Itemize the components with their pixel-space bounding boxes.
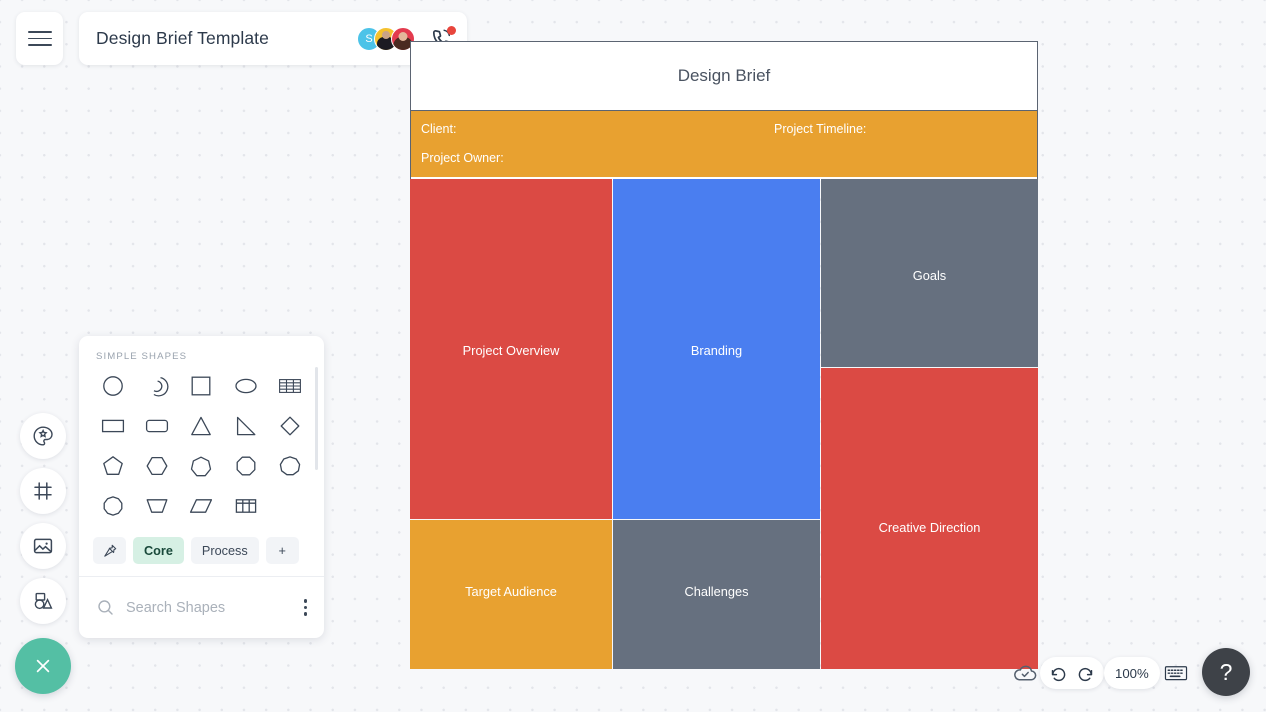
block-goals[interactable]: Goals — [821, 179, 1038, 367]
undo-icon[interactable] — [1049, 664, 1068, 683]
keyboard-shortcuts-button[interactable] — [1164, 662, 1188, 684]
circle-shape[interactable] — [91, 369, 135, 403]
zoom-level[interactable]: 100% — [1104, 657, 1160, 689]
circle-shape-icon — [103, 376, 123, 396]
tool-rail — [15, 413, 71, 694]
shapes-section-title: SIMPLE SHAPES — [96, 351, 188, 362]
shapes-button[interactable] — [20, 578, 66, 624]
arc-shape-icon — [153, 376, 169, 397]
square-shape[interactable] — [179, 369, 223, 403]
document-header[interactable]: Design Brief — [410, 41, 1038, 111]
decagon-shape-icon — [103, 496, 123, 516]
heptagon-shape-icon — [191, 456, 212, 477]
hexagon-shape-icon — [146, 456, 168, 476]
help-button[interactable]: ? — [1202, 648, 1250, 696]
block-creative-direction[interactable]: Creative Direction — [821, 368, 1038, 669]
close-icon — [36, 659, 50, 673]
pin-tab[interactable] — [93, 537, 126, 564]
menu-button[interactable] — [16, 12, 63, 65]
cloud-saved-icon — [1014, 665, 1037, 681]
block-target-audience[interactable]: Target Audience — [410, 520, 612, 669]
document-header-title: Design Brief — [677, 66, 771, 85]
shapes-grid — [79, 362, 324, 523]
image-button[interactable] — [20, 523, 66, 569]
diamond-shape-icon — [280, 416, 300, 436]
frame-icon — [34, 482, 52, 500]
rounded-rectangle-shape-icon — [146, 419, 169, 433]
frame-button[interactable] — [20, 468, 66, 514]
trapezoid-shape-icon — [146, 499, 168, 513]
design-brief-grid: Project Overview Branding Goals Creative… — [410, 179, 1038, 669]
ellipse-shape[interactable] — [224, 369, 268, 403]
rounded-rectangle-shape[interactable] — [135, 409, 179, 443]
client-label: Client: — [421, 122, 457, 136]
triangle-shape[interactable] — [179, 409, 223, 443]
parallelogram-shape-icon — [190, 499, 213, 513]
pentagon-shape-icon — [103, 456, 123, 475]
rectangle-shape[interactable] — [91, 409, 135, 443]
block-project-overview[interactable]: Project Overview — [410, 179, 612, 519]
block-label: Target Audience — [465, 584, 557, 599]
nonagon-shape[interactable] — [268, 449, 312, 483]
right-triangle-shape[interactable] — [224, 409, 268, 443]
image-icon — [33, 538, 53, 554]
block-label: Goals — [912, 268, 947, 283]
grid-table-shape-icon — [235, 499, 256, 513]
block-challenges[interactable]: Challenges — [613, 520, 820, 669]
arc-shape[interactable] — [135, 369, 179, 403]
block-branding[interactable]: Branding — [613, 179, 820, 519]
design-brief-document: Design Brief Client: Project Timeline: P… — [410, 41, 1038, 181]
redo-icon[interactable] — [1076, 664, 1095, 683]
shape-search-row[interactable]: Search Shapes — [79, 577, 324, 638]
document-meta-bar[interactable]: Client: Project Timeline: Project Owner: — [410, 111, 1038, 177]
keyboard-icon — [1164, 666, 1188, 681]
search-input[interactable]: Search Shapes — [126, 600, 225, 616]
pin-icon — [103, 544, 116, 557]
block-label: Creative Direction — [878, 520, 981, 535]
right-triangle-shape-icon — [236, 416, 256, 436]
theme-palette-button[interactable] — [20, 413, 66, 459]
core-tab[interactable]: Core — [133, 537, 184, 564]
table-striped-shape-icon — [278, 379, 301, 393]
table-striped-shape[interactable] — [268, 369, 312, 403]
diamond-shape[interactable] — [268, 409, 312, 443]
shapes-panel: SIMPLE SHAPES Core Process + Search Shap… — [79, 336, 324, 638]
block-label: Branding — [690, 343, 743, 358]
search-icon — [98, 600, 113, 615]
shape-library-tabs: Core Process + — [79, 537, 324, 564]
parallelogram-shape[interactable] — [179, 489, 223, 523]
block-label: Challenges — [684, 584, 749, 599]
nonagon-shape-icon — [279, 456, 301, 476]
close-panel-fab[interactable] — [15, 638, 71, 694]
trapezoid-shape[interactable] — [135, 489, 179, 523]
shapes-scrollbar[interactable] — [314, 367, 318, 470]
rectangle-shape-icon — [102, 419, 125, 433]
block-label: Project Overview — [462, 343, 560, 358]
document-title-bar: Design Brief Template S — [79, 12, 467, 65]
hamburger-icon — [27, 26, 52, 51]
call-notification-badge — [447, 25, 456, 35]
decagon-shape[interactable] — [91, 489, 135, 523]
timeline-label: Project Timeline: — [774, 122, 867, 136]
shapes-icon — [34, 592, 53, 610]
hexagon-shape[interactable] — [135, 449, 179, 483]
grid-table-shape[interactable] — [224, 489, 268, 523]
process-tab[interactable]: Process — [190, 537, 259, 564]
theme-palette-icon — [33, 426, 53, 446]
pentagon-shape[interactable] — [91, 449, 135, 483]
triangle-shape-icon — [191, 416, 212, 436]
app-root: Design Brief Template S Design Brief Cli… — [0, 0, 1266, 712]
kebab-menu-icon[interactable] — [303, 599, 307, 616]
octagon-shape[interactable] — [224, 449, 268, 483]
octagon-shape-icon — [236, 456, 256, 476]
heptagon-shape[interactable] — [179, 449, 223, 483]
cloud-saved-button[interactable] — [1012, 660, 1038, 686]
square-shape-icon — [192, 376, 211, 396]
owner-label: Project Owner: — [421, 151, 504, 165]
add-library-tab[interactable]: + — [265, 537, 299, 564]
avatar-group: S — [357, 26, 415, 51]
ellipse-shape-icon — [235, 378, 257, 394]
undo-redo-group — [1040, 657, 1104, 689]
document-title[interactable]: Design Brief Template — [96, 28, 269, 49]
